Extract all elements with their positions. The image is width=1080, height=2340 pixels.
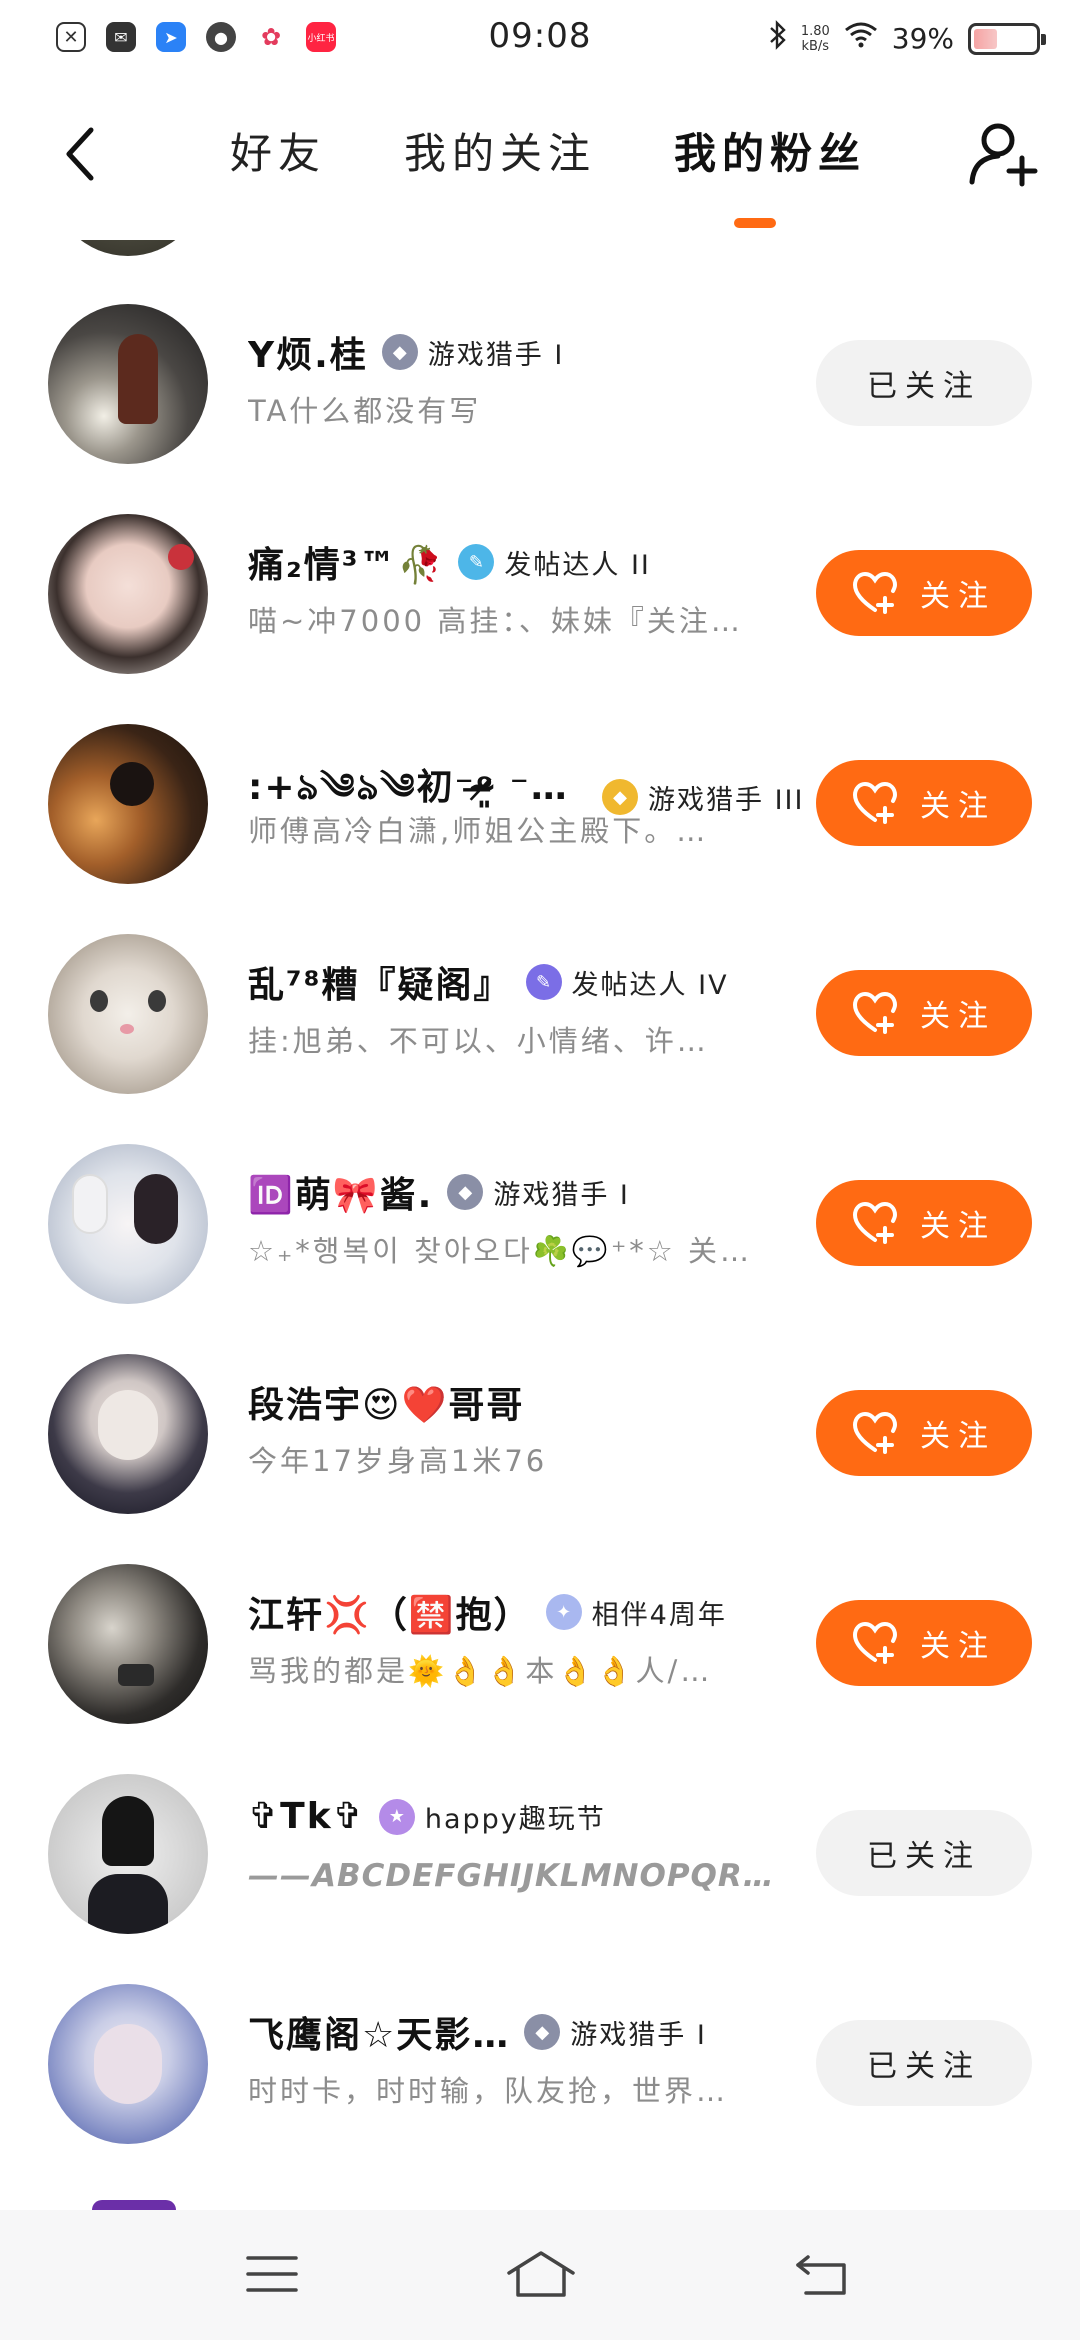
menu-icon [246, 2256, 298, 2292]
heart-plus-icon [852, 1201, 898, 1244]
badge-label: 相伴4周年 [591, 1599, 727, 1631]
heart-plus-icon [852, 1621, 898, 1664]
system-nav-bar [0, 2210, 1080, 2340]
badge-label: 发帖达人 IV [571, 969, 729, 1001]
tab-followers[interactable]: 我的粉丝 [674, 126, 866, 182]
follower-bio: 喵~冲7000 高挂：、妹妹『关注… [248, 604, 743, 638]
avatar[interactable] [48, 724, 208, 884]
follower-row[interactable]: 飞鹰阁☆天影… ◆ 游戏猎手 I 时时卡，时时输，队友抢，世界… 已关注 [0, 1960, 1080, 2170]
status-bar: ✕ ✉ ➤ ● ✿ 小红书 09:08 1.80 kB/s 39% [0, 0, 1080, 80]
follow-button[interactable]: 关注 [816, 550, 1032, 636]
follower-name[interactable]: 江轩💢（🈲抱） [248, 1586, 532, 1638]
follower-name[interactable]: 痛₂情³™🥀 [248, 536, 444, 588]
follower-bio: ——ABCDEFGHIJKLMNOPQR… [248, 1858, 775, 1894]
game-hunter-badge-icon: ◆ [381, 334, 418, 370]
follower-name[interactable]: ✞Tk✞ [248, 1796, 365, 1837]
poster-badge-icon: ✎ [458, 544, 495, 580]
following-button[interactable]: 已关注 [816, 1810, 1032, 1896]
tab-friends[interactable]: 好友 [230, 126, 326, 182]
header: 好友 我的关注 我的粉丝 [0, 100, 1080, 240]
follow-button[interactable]: 关注 [816, 1600, 1032, 1686]
badge-label: 游戏猎手 I [570, 2019, 707, 2051]
tab-indicator [734, 218, 776, 228]
heart-plus-icon [852, 781, 898, 824]
avatar[interactable] [48, 514, 208, 674]
heart-plus-icon [852, 991, 898, 1034]
net-speed: 1.80 kB/s [800, 23, 830, 54]
game-hunter-badge-icon: ◆ [447, 1174, 484, 1210]
bluetooth-icon [769, 20, 787, 57]
follow-button[interactable]: 关注 [816, 760, 1032, 846]
follower-row[interactable]: 乱⁷⁸糟『疑阁』 ✎ 发帖达人 IV 挂:旭弟、不可以、小情绪、许… 关注 [0, 910, 1080, 1120]
avatar-partial [92, 2200, 176, 2210]
follower-name[interactable]: 飞鹰阁☆天影… [248, 2006, 510, 2058]
back-button[interactable] [50, 124, 110, 184]
tab-bar: 好友 我的关注 我的粉丝 [230, 126, 944, 182]
following-button[interactable]: 已关注 [816, 2020, 1032, 2106]
heart-plus-icon [852, 1411, 898, 1454]
follower-row[interactable]: Y烦.桂 ◆ 游戏猎手 I TA什么都没有写 已关注 [0, 280, 1080, 490]
follower-row[interactable]: :+ঌ༄ঌ༄初⁻ᵒ̴̶̷͈ ⁻梦… ◆ 游戏猎手 III 师傅高冷白潇,师姐公主… [0, 700, 1080, 910]
status-indicators: 1.80 kB/s 39% [769, 20, 1046, 57]
avatar[interactable] [48, 304, 208, 464]
back-icon [796, 2255, 846, 2295]
follower-bio: 挂:旭弟、不可以、小情绪、许… [248, 1024, 709, 1058]
follow-button[interactable]: 关注 [816, 970, 1032, 1056]
battery-percent: 39% [891, 22, 954, 55]
follow-button[interactable]: 关注 [816, 1390, 1032, 1476]
follower-bio: 师傅高冷白潇,师姐公主殿下。… [248, 814, 709, 848]
avatar[interactable] [48, 1984, 208, 2144]
follow-button[interactable]: 关注 [816, 1180, 1032, 1266]
happy-fest-badge-icon: ★ [378, 1798, 415, 1835]
heart-plus-icon [852, 571, 898, 614]
follower-bio: 今年17岁身高1米76 [248, 1444, 548, 1478]
badge-label: happy趣玩节 [424, 1804, 606, 1835]
avatar[interactable] [48, 1564, 208, 1724]
follower-bio: 时时卡，时时输，队友抢，世界… [248, 2074, 729, 2108]
badge-label: 游戏猎手 I [427, 339, 565, 371]
follower-row[interactable]: ✞Tk✞ ★ happy趣玩节 ——ABCDEFGHIJKLMNOPQR… 已关… [0, 1750, 1080, 1960]
poster-badge-icon: ✎ [525, 964, 562, 1000]
add-friend-button[interactable] [966, 118, 1040, 192]
home-icon [507, 2251, 575, 2297]
home-button[interactable] [506, 2246, 576, 2302]
follower-row[interactable]: 🆔萌🎀酱. ◆ 游戏猎手 I ☆₊*행복이 찾아오다☘️💬⁺*☆ 关… 关注 [0, 1120, 1080, 1330]
avatar[interactable] [48, 1144, 208, 1304]
avatar[interactable] [48, 1354, 208, 1514]
badge-label: 游戏猎手 I [493, 1179, 630, 1211]
follower-bio: 骂我的都是🌞👌👌本👌👌人￼/… [248, 1654, 713, 1688]
follower-row[interactable]: 段浩宇😍❤️哥哥 今年17岁身高1米76 关注 [0, 1330, 1080, 1540]
follower-bio: TA什么都没有写 [248, 394, 482, 428]
badge-label: 发帖达人 II [504, 549, 651, 581]
followers-list[interactable]: Y烦.桂 ◆ 游戏猎手 I TA什么都没有写 已关注 痛₂情³™🥀 ✎ 发帖达人… [0, 240, 1080, 2210]
following-button[interactable]: 已关注 [816, 340, 1032, 426]
avatar[interactable] [48, 1774, 208, 1934]
follower-bio: ☆₊*행복이 찾아오다☘️💬⁺*☆ 关… [248, 1234, 753, 1268]
battery-icon [968, 22, 1046, 55]
tab-following[interactable]: 我的关注 [404, 126, 596, 182]
follower-name[interactable]: 段浩宇😍❤️哥哥 [248, 1376, 524, 1428]
game-hunter-badge-icon: ◆ [524, 2014, 561, 2050]
back-nav-button[interactable] [792, 2246, 852, 2302]
follower-name[interactable]: 🆔萌🎀酱. [248, 1166, 433, 1218]
anniversary-badge-icon: ✦ [545, 1594, 582, 1630]
follower-row[interactable]: 江轩💢（🈲抱） ✦ 相伴4周年 骂我的都是🌞👌👌本👌👌人￼/… 关注 [0, 1540, 1080, 1750]
follower-name[interactable]: Y烦.桂 [248, 326, 368, 378]
menu-button[interactable] [242, 2246, 302, 2302]
add-user-icon [969, 123, 1038, 187]
chevron-left-icon [66, 127, 94, 181]
avatar[interactable] [48, 934, 208, 1094]
avatar-partial [50, 240, 206, 256]
wifi-icon [844, 22, 878, 55]
follower-name[interactable]: 乱⁷⁸糟『疑阁』 [248, 956, 512, 1008]
follower-row[interactable]: 痛₂情³™🥀 ✎ 发帖达人 II 喵~冲7000 高挂：、妹妹『关注… 关注 [0, 490, 1080, 700]
